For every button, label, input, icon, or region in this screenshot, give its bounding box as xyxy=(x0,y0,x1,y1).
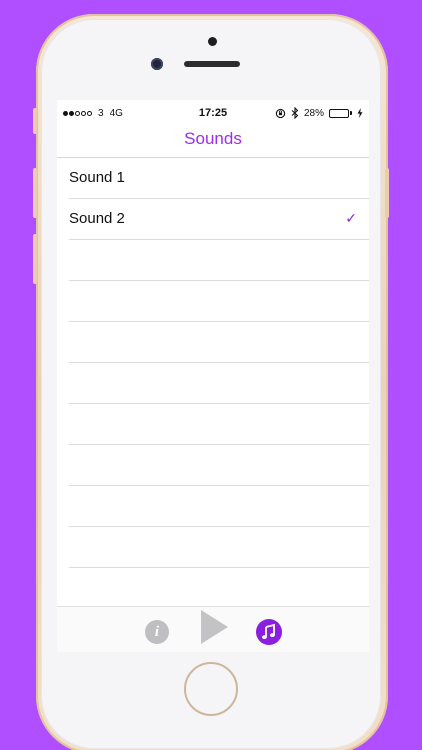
empty-row xyxy=(69,281,369,322)
charging-bolt-icon xyxy=(357,108,363,118)
bottom-toolbar: i xyxy=(57,606,369,652)
volume-down-button xyxy=(33,234,37,284)
power-button xyxy=(385,168,389,218)
orientation-lock-icon xyxy=(275,108,286,118)
status-bar: 3 4G 17:25 28% xyxy=(57,100,369,128)
mute-switch xyxy=(33,108,37,134)
sound-row[interactable]: Sound 2 ✓ xyxy=(69,199,369,240)
music-note-icon[interactable] xyxy=(256,619,282,645)
bluetooth-icon xyxy=(291,107,299,119)
home-button[interactable] xyxy=(184,662,238,716)
page-title: Sounds xyxy=(184,129,242,148)
empty-row xyxy=(69,404,369,445)
empty-row xyxy=(69,240,369,281)
empty-row xyxy=(69,568,369,609)
empty-row xyxy=(69,322,369,363)
info-icon[interactable]: i xyxy=(145,620,169,644)
sound-list: Sound 1 Sound 2 ✓ xyxy=(57,158,369,609)
empty-row xyxy=(69,486,369,527)
stage: 3 4G 17:25 28% Sounds Sound 1 Sound 2 ✓ … xyxy=(0,0,422,750)
front-camera-icon xyxy=(151,58,163,70)
sound-label: Sound 2 xyxy=(69,210,125,227)
proximity-sensor xyxy=(208,37,217,46)
earpiece-speaker xyxy=(184,61,240,67)
empty-row xyxy=(69,445,369,486)
battery-percentage: 28% xyxy=(303,107,324,119)
play-icon[interactable] xyxy=(201,610,228,644)
music-note-glyph xyxy=(262,623,275,640)
navigation-bar: Sounds xyxy=(57,128,369,158)
sound-row[interactable]: Sound 1 xyxy=(69,158,369,199)
volume-up-button xyxy=(33,168,37,218)
status-right: 28% xyxy=(275,107,363,119)
sound-label: Sound 1 xyxy=(69,169,125,186)
empty-row xyxy=(69,527,369,568)
checkmark-icon: ✓ xyxy=(345,210,357,226)
screen: 3 4G 17:25 28% Sounds Sound 1 Sound 2 ✓ … xyxy=(57,100,369,652)
battery-icon xyxy=(329,108,352,118)
empty-row xyxy=(69,363,369,404)
